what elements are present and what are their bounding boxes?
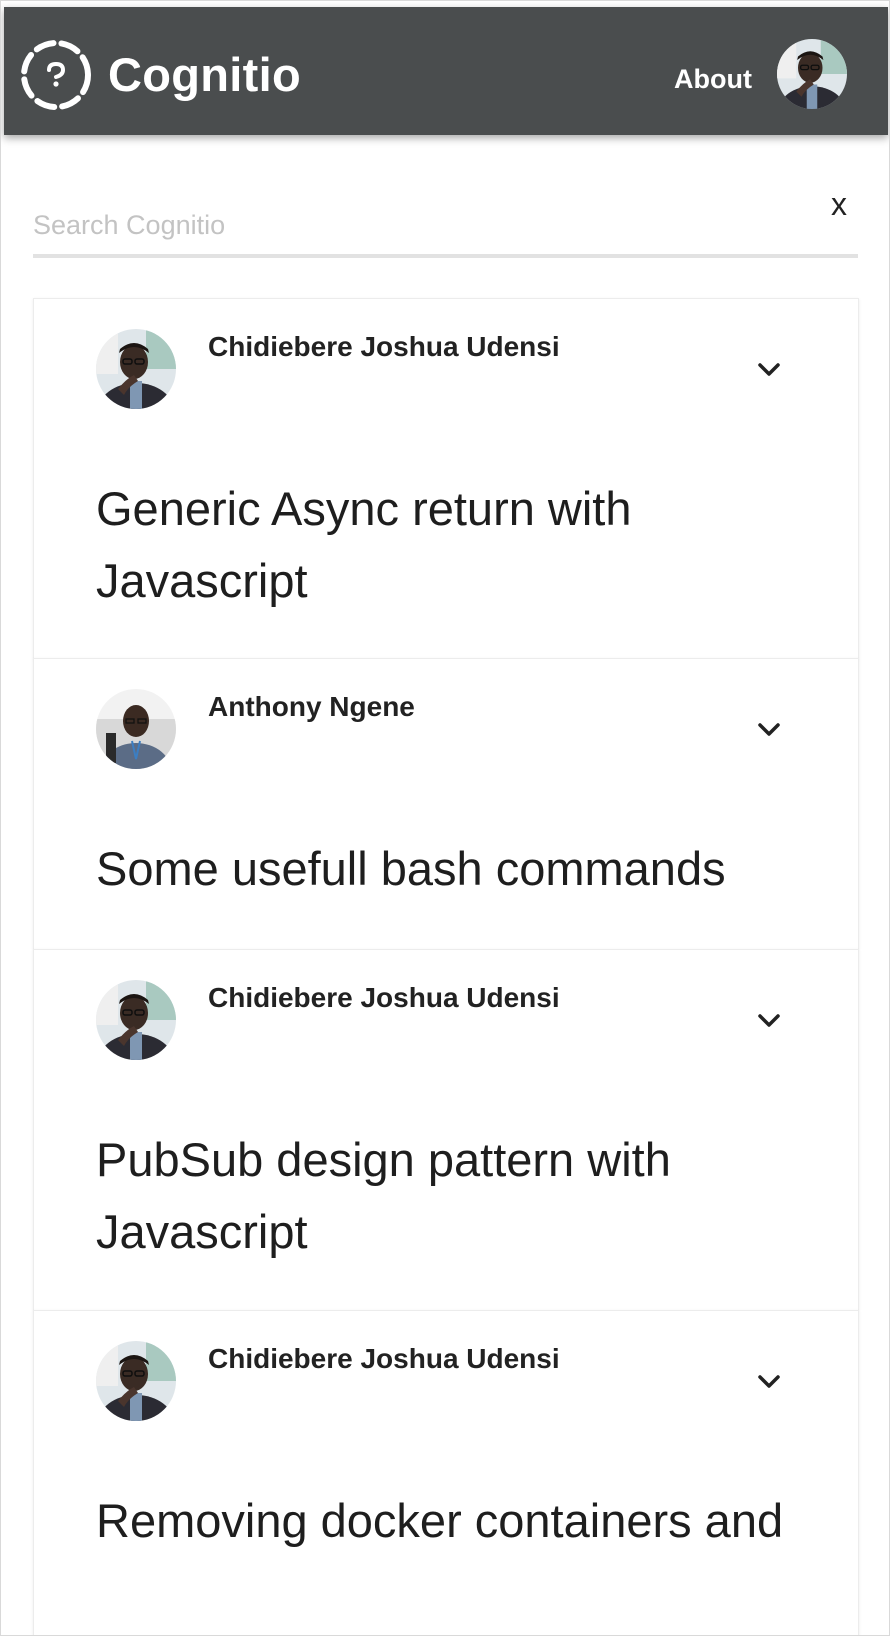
user-avatar-image [777, 39, 847, 109]
chevron-down-icon[interactable] [754, 715, 784, 745]
post-author-name: Anthony Ngene [208, 691, 415, 722]
app-header: Cognitio About [4, 7, 888, 135]
author-avatar[interactable] [96, 1341, 176, 1421]
post-title[interactable]: Removing docker containers and [96, 1485, 816, 1557]
post-card[interactable]: Chidiebere Joshua Udensi PubSub design p… [33, 949, 859, 1310]
post-card[interactable]: Anthony Ngene Some usefull bash commands [33, 658, 859, 949]
post-author-name: Chidiebere Joshua Udensi [208, 331, 560, 362]
search-input[interactable] [33, 203, 793, 247]
author-avatar-chidiebere [96, 1341, 176, 1421]
author-avatar[interactable] [96, 329, 176, 409]
post-title[interactable]: Some usefull bash commands [96, 833, 816, 905]
about-link[interactable]: About [674, 59, 752, 99]
post-author-name: Chidiebere Joshua Udensi [208, 1343, 560, 1374]
chevron-down-icon[interactable] [754, 1006, 784, 1036]
author-avatar-anthony [96, 689, 176, 769]
search-bar: x [33, 181, 858, 258]
post-card[interactable]: Chidiebere Joshua Udensi Generic Async r… [33, 298, 859, 659]
author-avatar[interactable] [96, 980, 176, 1060]
author-avatar[interactable] [96, 689, 176, 769]
chevron-down-icon[interactable] [754, 1367, 784, 1397]
cognitio-logo-icon[interactable] [18, 37, 94, 113]
user-avatar[interactable] [777, 39, 847, 109]
post-title[interactable]: PubSub design pattern with Javascript [96, 1124, 816, 1268]
post-title[interactable]: Generic Async return with Javascript [96, 473, 816, 617]
author-avatar-chidiebere [96, 329, 176, 409]
brand-name[interactable]: Cognitio [108, 45, 301, 105]
post-card[interactable]: Chidiebere Joshua Udensi Removing docker… [33, 1310, 859, 1635]
chevron-down-icon[interactable] [754, 355, 784, 385]
clear-search-button[interactable]: x [831, 184, 847, 224]
author-avatar-chidiebere [96, 980, 176, 1060]
post-author-name: Chidiebere Joshua Udensi [208, 982, 560, 1013]
app-frame: Cognitio About x [0, 0, 890, 1636]
